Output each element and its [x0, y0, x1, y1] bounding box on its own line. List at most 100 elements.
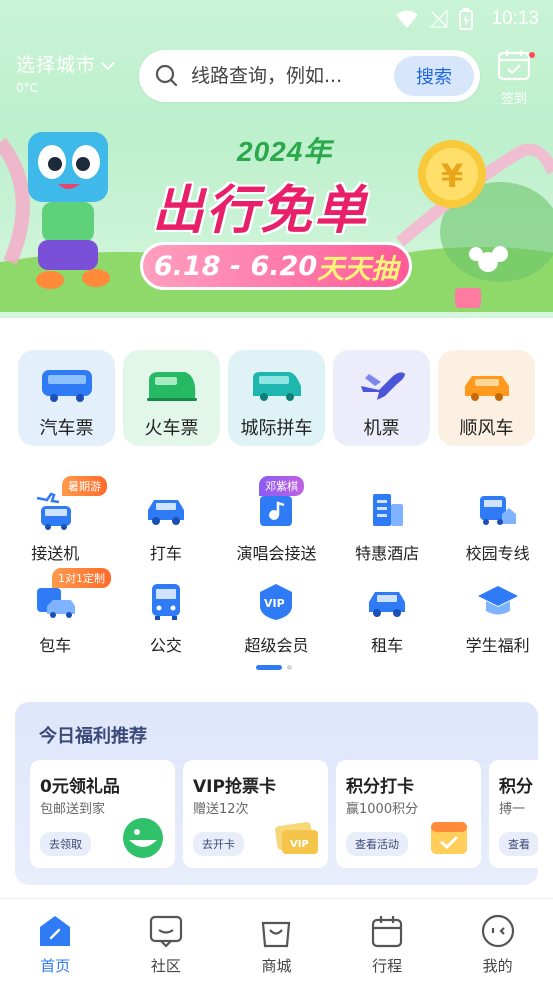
- service-label: 学生福利: [465, 636, 530, 655]
- profile-face-icon: [481, 914, 514, 948]
- main-services: 汽车票 火车票 城际拼车 机票 顺风车: [18, 350, 535, 446]
- hotel-icon: [373, 494, 404, 526]
- welfare-card-title: 积分: [499, 777, 533, 797]
- service-label: 特惠酒店: [355, 544, 420, 563]
- view-activity-button[interactable]: 查看活动: [346, 832, 408, 856]
- service-campus-line[interactable]: 校园专线: [442, 476, 553, 568]
- claim-button[interactable]: 去领取: [40, 832, 91, 856]
- welfare-card-points-checkin[interactable]: 积分打卡 赢1000积分 查看活动: [336, 760, 481, 868]
- chevron-down-icon: [100, 56, 115, 71]
- community-icon: [149, 915, 182, 948]
- welfare-card-subtitle: 包邮送到家: [40, 802, 106, 817]
- welfare-card-vip-card[interactable]: VIP抢票卡 赠送12次 去开卡 VIP: [183, 760, 328, 868]
- banner-date-pill: 6.18 - 6.20 天天抽: [140, 242, 412, 290]
- status-time: 10:13: [491, 8, 539, 29]
- badge: 邓紫棋: [259, 476, 305, 496]
- banner-title: 出行免单: [152, 181, 369, 241]
- service-car-rental[interactable]: 租车: [332, 568, 443, 660]
- nav-community[interactable]: 社区: [111, 899, 222, 983]
- bus-icon: [41, 370, 92, 402]
- welfare-card-title: 积分打卡: [346, 777, 414, 797]
- calendar-trip-icon: [371, 916, 403, 948]
- checkin-label: 签到: [500, 92, 527, 107]
- service-bus-ticket[interactable]: 汽车票: [18, 350, 115, 446]
- search-button[interactable]: 搜索: [394, 56, 474, 96]
- public-bus-icon: [151, 584, 180, 620]
- train-icon: [146, 372, 197, 401]
- battery-charging-icon: [459, 8, 473, 30]
- service-ride-share[interactable]: 顺风车: [438, 350, 535, 446]
- service-label: 超级会员: [244, 636, 309, 655]
- temperature: 0°C: [16, 81, 39, 95]
- badge: 暑期游: [62, 476, 107, 496]
- page-dot: [287, 665, 292, 670]
- vip-icon: VIP: [260, 584, 293, 620]
- page-indicator: [256, 665, 292, 670]
- shopping-bag-icon: [262, 921, 291, 948]
- welfare-card-subtitle: 赠送12次: [193, 802, 249, 817]
- welfare-card-subtitle: 搏一: [499, 802, 526, 817]
- city-selector[interactable]: 选择城市 0°C: [16, 50, 115, 95]
- service-airport-shuttle[interactable]: 暑期游 接送机: [0, 476, 111, 568]
- checkin-button[interactable]: 签到: [489, 48, 539, 107]
- service-label: 接送机: [31, 544, 80, 563]
- service-super-vip[interactable]: VIP 超级会员: [221, 568, 332, 660]
- nav-label: 社区: [150, 957, 181, 975]
- service-label: 校园专线: [465, 544, 530, 563]
- header: 选择城市 0°C 搜索 签到: [0, 44, 553, 108]
- nav-profile[interactable]: 我的: [442, 899, 553, 983]
- service-train-ticket[interactable]: 火车票: [123, 350, 220, 446]
- welfare-card-subtitle: 赢1000积分: [346, 802, 419, 817]
- nav-trips[interactable]: 行程: [332, 899, 443, 983]
- home-icon: [40, 916, 71, 946]
- nav-home[interactable]: 首页: [0, 899, 111, 983]
- service-taxi[interactable]: 打车: [111, 476, 222, 568]
- calendar-icon: [431, 822, 467, 854]
- notification-dot: [529, 52, 535, 58]
- van-icon: [252, 372, 301, 401]
- rental-car-icon: [369, 592, 406, 617]
- service-discount-hotel[interactable]: 特惠酒店: [332, 476, 443, 568]
- service-label: 火车票: [144, 418, 199, 439]
- service-grid-row: 1对1定制 包车 公交 VIP 超级会员 租车 学生福利: [0, 568, 553, 660]
- service-flight[interactable]: 机票: [333, 350, 430, 446]
- nav-label: 行程: [372, 957, 403, 975]
- open-card-button[interactable]: 去开卡: [193, 832, 244, 856]
- campus-bus-icon: [479, 496, 516, 525]
- service-charter[interactable]: 1对1定制 包车: [0, 568, 111, 660]
- service-label: 租车: [371, 636, 404, 655]
- badge: 1对1定制: [52, 568, 111, 588]
- service-grid-row: 暑期游 接送机 打车 邓紫棋 演唱会接送 特惠酒店 校园专线: [0, 476, 553, 568]
- banner-date-range: 6.18 - 6.20: [153, 250, 318, 282]
- nav-mall[interactable]: 商城: [221, 899, 332, 983]
- svg-text:VIP: VIP: [290, 839, 309, 850]
- service-public-bus[interactable]: 公交: [111, 568, 222, 660]
- service-concert-shuttle[interactable]: 邓紫棋 演唱会接送: [221, 476, 332, 568]
- nav-label: 我的: [482, 957, 513, 975]
- service-student-benefits[interactable]: 学生福利: [442, 568, 553, 660]
- no-signal-icon: [429, 9, 448, 28]
- service-label: 汽车票: [39, 418, 94, 439]
- banner-date-accent: 天天抽: [317, 253, 399, 285]
- service-label: 机票: [363, 418, 400, 439]
- gift-icon: [123, 818, 163, 858]
- service-label: 演唱会接送: [236, 544, 317, 563]
- vip-card-icon: VIP: [275, 822, 318, 854]
- view-button[interactable]: 查看: [499, 832, 538, 856]
- service-intercity-carpool[interactable]: 城际拼车: [228, 350, 325, 446]
- welfare-card-free-gift[interactable]: 0元领礼品 包邮送到家 去领取: [30, 760, 175, 868]
- taxi-icon: [147, 500, 184, 525]
- status-bar: 10:13: [0, 0, 553, 38]
- service-label: 城际拼车: [240, 418, 313, 439]
- welfare-card-points-more[interactable]: 积分 搏一 查看: [489, 760, 538, 868]
- promo-banner[interactable]: ¥ 2024年 出行免单 6.18 - 6.20 天天抽: [0, 112, 553, 312]
- svg-text:¥: ¥: [441, 157, 463, 195]
- search-box[interactable]: 搜索: [139, 50, 480, 102]
- service-label: 顺风车: [459, 418, 514, 439]
- search-icon: [155, 64, 178, 87]
- graduation-cap-icon: [477, 586, 518, 615]
- car-icon: [464, 376, 509, 401]
- search-input[interactable]: [191, 65, 381, 87]
- welfare-section: 今日福利推荐 0元领礼品 包邮送到家 去领取 VIP抢票卡 赠送12次 去开卡 …: [15, 702, 538, 885]
- welfare-title: 今日福利推荐: [39, 726, 147, 747]
